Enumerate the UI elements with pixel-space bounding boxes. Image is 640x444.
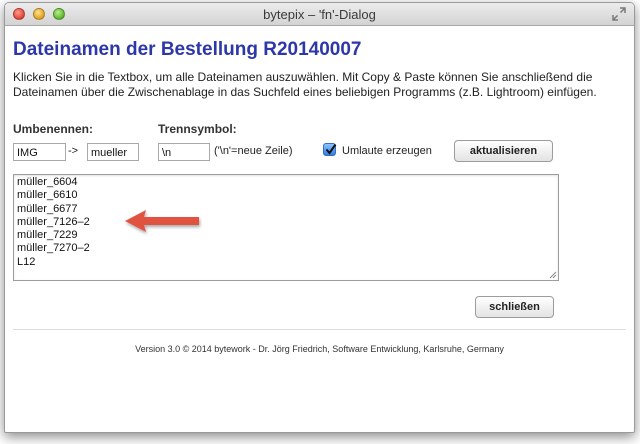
separator-label: Trennsymbol: <box>158 122 237 136</box>
red-arrow-icon <box>125 210 199 232</box>
filenames-textbox[interactable]: müller_6604 müller_6610 müller_6677 müll… <box>13 174 559 281</box>
filename-line: müller_7126–2 <box>17 215 90 228</box>
resize-grip-icon[interactable] <box>549 271 557 279</box>
divider <box>13 329 626 330</box>
rename-label: Umbenennen: <box>13 122 94 136</box>
version-footer: Version 3.0 © 2014 bytework - Dr. Jörg F… <box>135 344 504 354</box>
rename-to-input[interactable]: mueller <box>87 143 139 161</box>
update-button[interactable]: aktualisieren <box>454 140 553 162</box>
instructions-text: Klicken Sie in die Textbox, um alle Date… <box>13 70 597 99</box>
rename-arrow: -> <box>68 145 79 157</box>
window-title: bytepix – 'fn'-Dialog <box>263 7 376 22</box>
close-button[interactable]: schließen <box>475 296 554 318</box>
filename-line: müller_7270–2 <box>17 242 90 255</box>
umlaute-label[interactable]: Umlaute erzeugen <box>342 145 432 157</box>
umlaute-checkbox[interactable] <box>323 143 337 156</box>
rename-from-input[interactable]: IMG <box>13 143 66 161</box>
separator-hint: ('\n'=neue Zeile) <box>214 145 293 157</box>
filename-line: L12 <box>17 255 36 268</box>
title-bar[interactable]: bytepix – 'fn'-Dialog <box>5 3 634 26</box>
checkmark-icon <box>325 143 337 155</box>
filename-line: müller_6610 <box>17 189 78 202</box>
dialog-window: bytepix – 'fn'-Dialog Dateinamen der Bes… <box>4 2 635 433</box>
separator-input[interactable]: \n <box>158 143 210 161</box>
fullscreen-icon[interactable] <box>612 7 626 21</box>
page-title: Dateinamen der Bestellung R20140007 <box>13 39 362 60</box>
filename-line: müller_7229 <box>17 229 78 242</box>
filename-line: müller_6604 <box>17 176 78 188</box>
filename-line: müller_6677 <box>17 202 78 215</box>
dialog-content: Dateinamen der Bestellung R20140007 Klic… <box>5 26 634 432</box>
